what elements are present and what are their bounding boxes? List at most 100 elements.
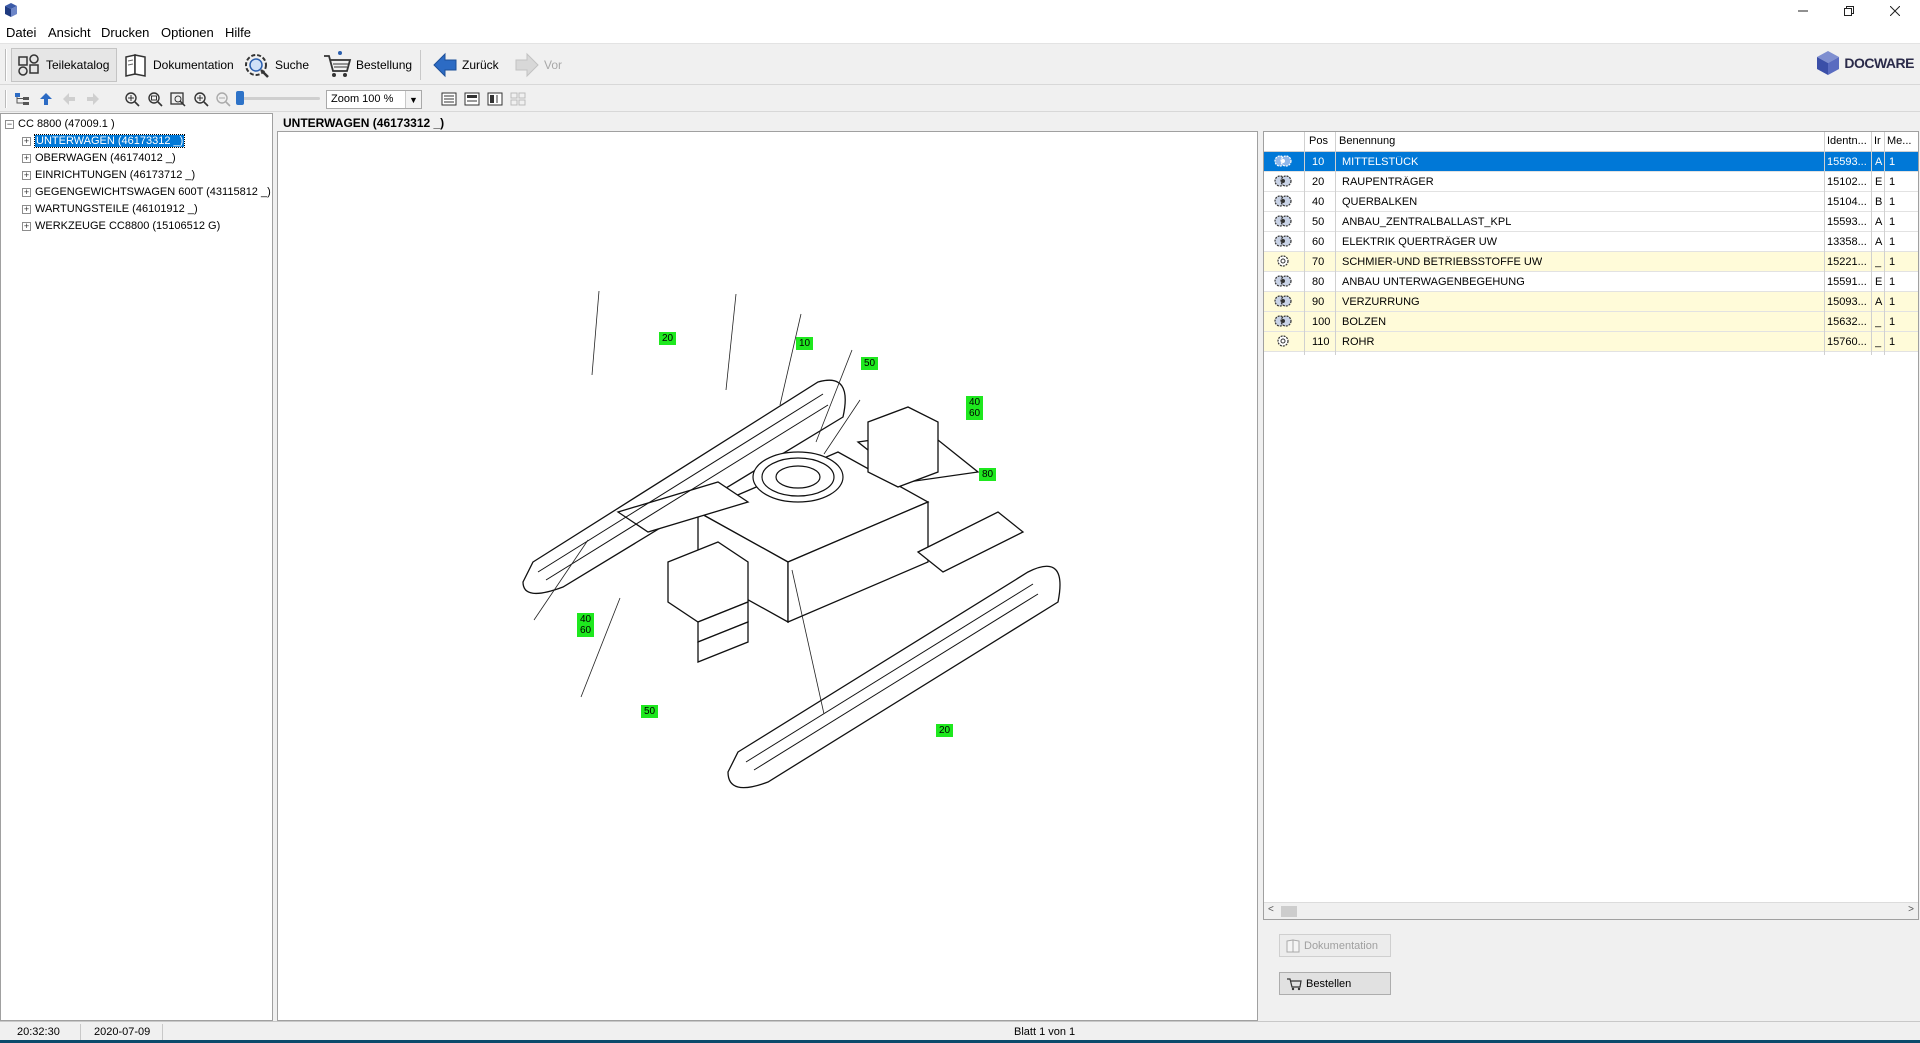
cell-menge: 1 xyxy=(1889,336,1896,348)
zoom-out-button[interactable] xyxy=(214,91,232,107)
close-button[interactable] xyxy=(1872,0,1918,22)
column-header-benennung[interactable]: Benennung xyxy=(1339,135,1395,147)
table-row[interactable]: 80 ANBAU UNTERWAGENBEGEHUNG 15591... E 1 xyxy=(1264,272,1918,292)
position-label[interactable]: 50 xyxy=(861,357,879,370)
zoom-fit-icon xyxy=(125,92,140,107)
suche-button[interactable]: Suche xyxy=(237,48,313,82)
expand-icon[interactable]: + xyxy=(22,170,31,180)
bestellen-label: Bestellen xyxy=(1306,977,1352,990)
menu-datei[interactable]: Datei xyxy=(6,25,36,40)
tree-item-unterwagen[interactable]: + UNTERWAGEN (46173312 _) xyxy=(22,133,186,149)
scroll-right-icon[interactable]: > xyxy=(1908,904,1914,915)
zoom-area-button[interactable] xyxy=(146,91,164,107)
drawing-viewer[interactable]: 20 10 50 40 60 80 40 60 50 20 xyxy=(277,131,1258,1021)
expand-icon[interactable]: + xyxy=(22,221,31,231)
zurueck-button[interactable]: Zurück xyxy=(428,48,503,82)
catalog-tree: − CC 8800 (47009.1 ) + UNTERWAGEN (46173… xyxy=(0,113,273,1021)
zoom-slider-track[interactable] xyxy=(236,97,320,100)
layout-grid-button[interactable] xyxy=(509,91,527,107)
table-row[interactable]: 70 SCHMIER-UND BETRIEBSSTOFFE UW 15221... _… xyxy=(1264,252,1918,272)
position-label[interactable]: 10 xyxy=(796,337,814,350)
menu-bar: Datei Ansicht Drucken Optionen Hilfe xyxy=(0,22,1920,44)
app-window: Datei Ansicht Drucken Optionen Hilfe Tei… xyxy=(0,0,1920,1043)
position-label[interactable]: 20 xyxy=(936,724,954,737)
layout-vertical-icon xyxy=(487,92,503,106)
tree-item-label: UNTERWAGEN (46173312 _) xyxy=(33,134,186,148)
column-header-identnummer[interactable]: Identn... xyxy=(1827,135,1872,147)
tree-item-einrichtungen[interactable]: + EINRICHTUNGEN (46173712 _) xyxy=(22,167,195,183)
menu-optionen[interactable]: Optionen xyxy=(161,25,214,40)
layout-horizontal-button[interactable] xyxy=(463,91,481,107)
tree-item-oberwagen[interactable]: + OBERWAGEN (46174012 _) xyxy=(22,150,176,166)
table-row[interactable]: 100 BOLZEN 15632... _ 1 xyxy=(1264,312,1918,332)
cell-pos: 80 xyxy=(1312,276,1325,288)
table-row[interactable]: 110 ROHR 15760... _ 1 xyxy=(1264,332,1918,352)
position-label[interactable]: 20 xyxy=(659,332,677,345)
status-date: 2020-07-09 xyxy=(94,1026,151,1038)
gear-single-icon xyxy=(1273,334,1293,351)
expand-icon[interactable]: + xyxy=(22,187,31,197)
bestellung-button[interactable]: Bestellung xyxy=(318,48,416,82)
dokumentation-button[interactable]: Dokumentation xyxy=(119,48,238,82)
zoom-select[interactable]: Zoom 100 % ▼ xyxy=(326,90,422,109)
vor-button[interactable]: Vor xyxy=(510,48,566,82)
zoom-in-button[interactable] xyxy=(192,91,210,107)
table-row[interactable]: 50 ANBAU_ZENTRALBALLAST_KPL 15593... A 1 xyxy=(1264,212,1918,232)
gear-single-icon xyxy=(1273,254,1293,271)
up-button[interactable] xyxy=(37,91,55,107)
tree-item-gegengewichtswagen[interactable]: + GEGENGEWICHTSWAGEN 600T (43115812 _) xyxy=(22,184,271,200)
table-row[interactable]: 20 RAUPENTRÄGER 15102... E 1 xyxy=(1264,172,1918,192)
layout-vertical-button[interactable] xyxy=(486,91,504,107)
tree-root[interactable]: − CC 8800 (47009.1 ) xyxy=(5,116,115,132)
scroll-left-icon[interactable]: < xyxy=(1268,904,1274,915)
scroll-thumb[interactable] xyxy=(1281,906,1297,917)
position-label[interactable]: 80 xyxy=(979,468,997,481)
column-header-menge[interactable]: Me... xyxy=(1887,135,1915,147)
tree-view-button[interactable] xyxy=(13,91,31,107)
column-divider xyxy=(1335,132,1336,355)
cell-ir: B xyxy=(1875,196,1883,208)
tree-item-werkzeuge[interactable]: + WERKZEUGE CC8800 (15106512 G) xyxy=(22,218,220,234)
zoom-out-icon xyxy=(216,92,231,107)
zoom-page-icon xyxy=(170,92,186,107)
expand-icon[interactable]: + xyxy=(22,136,31,146)
column-header-ir[interactable]: Ir xyxy=(1874,135,1884,147)
menu-drucken[interactable]: Drucken xyxy=(101,25,149,40)
prev-button[interactable] xyxy=(60,91,78,107)
bestellen-button[interactable]: Bestellen xyxy=(1279,972,1391,995)
zoom-page-button[interactable] xyxy=(169,91,187,107)
zoom-slider-thumb[interactable] xyxy=(236,91,244,105)
main-toolbar: Teilekatalog Dokumentation Suche Bestell… xyxy=(0,45,1920,85)
cell-identnummer: 15221... xyxy=(1827,256,1867,268)
status-time: 20:32:30 xyxy=(17,1026,60,1038)
restore-button[interactable] xyxy=(1826,0,1872,22)
table-row[interactable]: 40 QUERBALKEN 15104... B 1 xyxy=(1264,192,1918,212)
cell-ir: E xyxy=(1875,276,1883,288)
position-label[interactable]: 40 60 xyxy=(966,396,984,420)
zoom-value: Zoom 100 % xyxy=(331,93,394,105)
column-header-pos[interactable]: Pos xyxy=(1309,135,1328,147)
tree-item-wartungsteile[interactable]: + WARTUNGSTEILE (46101912 _) xyxy=(22,201,198,217)
table-row[interactable]: 60 ELEKTRIK QUERTRÄGER UW 13358... A 1 xyxy=(1264,232,1918,252)
horizontal-scrollbar[interactable]: < > xyxy=(1264,902,1918,919)
cell-benennung: BOLZEN xyxy=(1342,316,1387,328)
minimize-button[interactable] xyxy=(1780,0,1826,22)
cart-icon xyxy=(324,51,352,77)
layout-list-button[interactable] xyxy=(440,91,458,107)
layout-horizontal-icon xyxy=(464,92,480,106)
secondary-toolbar: Zoom 100 % ▼ xyxy=(0,86,1920,112)
position-label[interactable]: 50 xyxy=(641,705,659,718)
cell-menge: 1 xyxy=(1889,216,1896,228)
zoom-fit-button[interactable] xyxy=(123,91,141,107)
table-row[interactable]: 90 VERZURRUNG 15093... A 1 xyxy=(1264,292,1918,312)
menu-ansicht[interactable]: Ansicht xyxy=(48,25,91,40)
menu-hilfe[interactable]: Hilfe xyxy=(225,25,251,40)
collapse-icon[interactable]: − xyxy=(5,119,14,129)
next-button[interactable] xyxy=(84,91,102,107)
position-label[interactable]: 40 60 xyxy=(577,613,595,637)
dokumentation-action-button[interactable]: Dokumentation xyxy=(1279,934,1391,957)
expand-icon[interactable]: + xyxy=(22,204,31,214)
table-row[interactable]: 10 MITTELSTÜCK 15593... A 1 xyxy=(1264,152,1918,172)
expand-icon[interactable]: + xyxy=(22,153,31,163)
teilekatalog-button[interactable]: Teilekatalog xyxy=(11,48,117,82)
